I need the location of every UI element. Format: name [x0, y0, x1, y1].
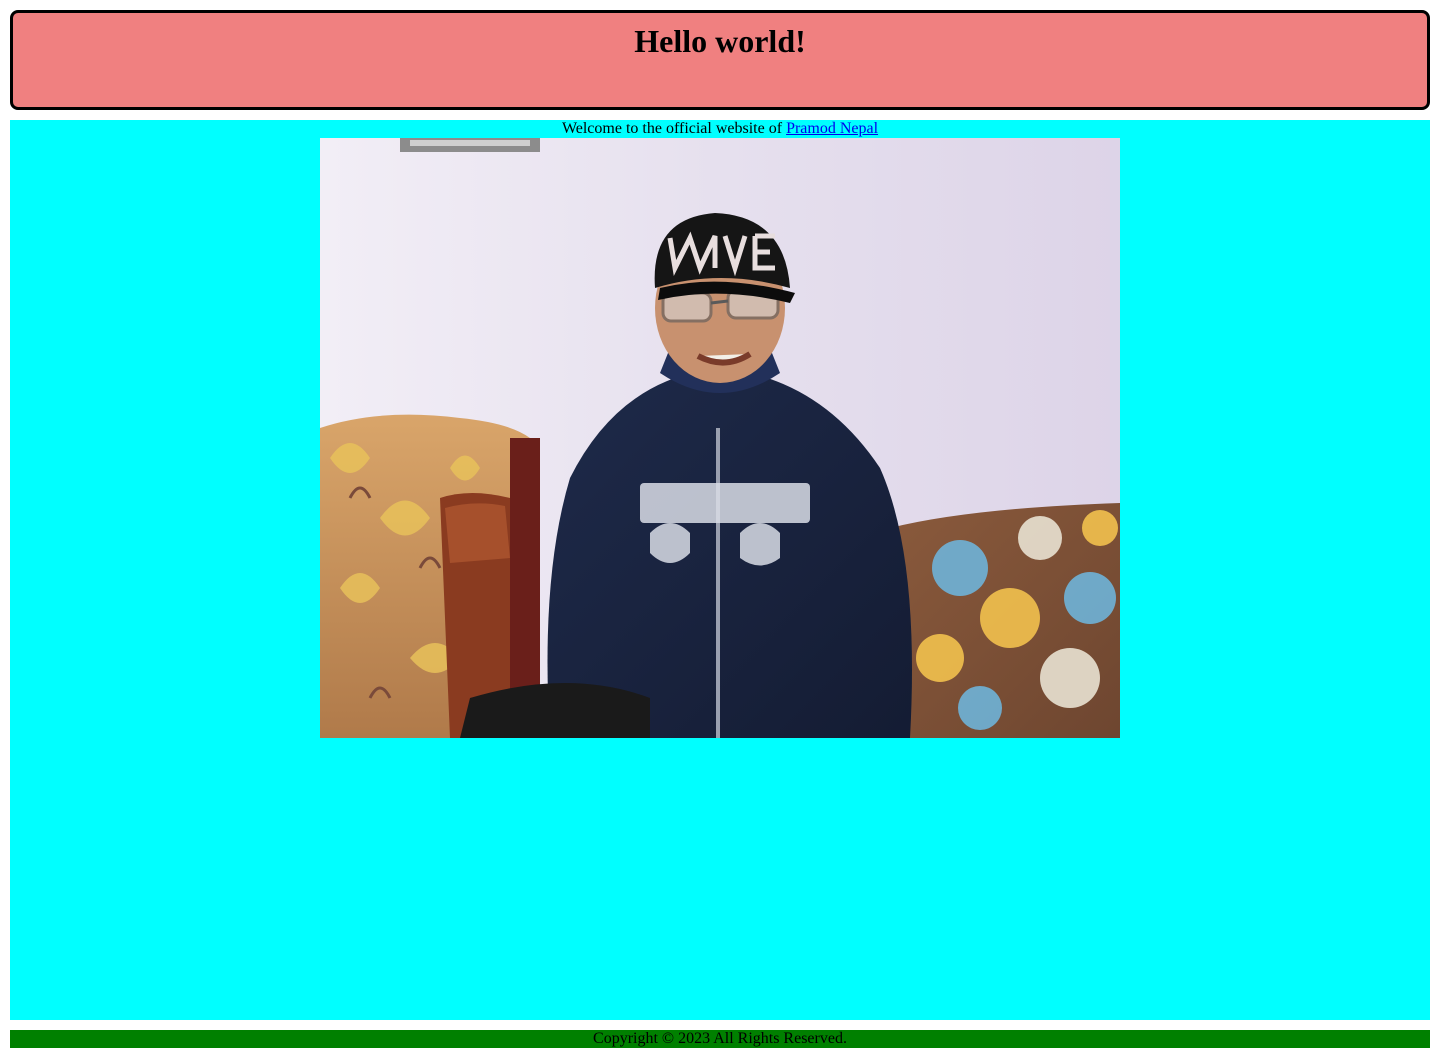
page-title: Hello world! — [634, 23, 806, 59]
profile-photo — [320, 138, 1120, 738]
welcome-message: Welcome to the official website of Pramo… — [10, 120, 1430, 138]
page: Hello world! Welcome to the official web… — [0, 0, 1440, 1058]
main-section: Welcome to the official website of Pramo… — [10, 120, 1430, 1020]
welcome-text: Welcome to the official website of — [561, 120, 787, 137]
footer: Copyright © 2023 All Rights Reserved. — [10, 1030, 1430, 1048]
header: Hello world! — [10, 10, 1430, 110]
pramod-nepal-link[interactable]: Pramod Nepal — [786, 120, 878, 137]
copyright-text: Copyright © 2023 All Rights Reserved. — [593, 1030, 847, 1047]
